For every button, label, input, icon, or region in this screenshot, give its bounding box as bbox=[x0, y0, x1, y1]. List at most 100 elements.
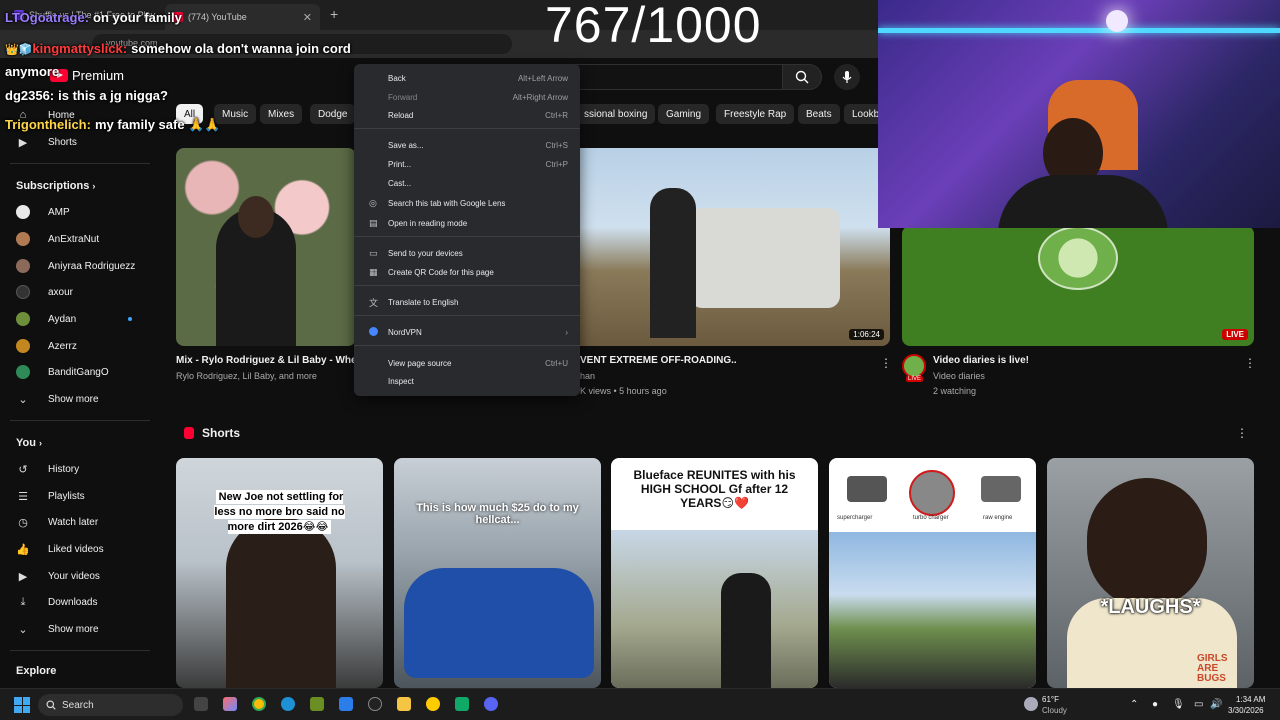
menu-item-cast[interactable]: Cast... bbox=[354, 174, 580, 192]
store-icon[interactable] bbox=[339, 697, 353, 711]
video-thumbnail-live[interactable]: LIVE bbox=[902, 226, 1254, 346]
sidebar-item-playlists[interactable]: ☰ Playlists bbox=[0, 485, 160, 507]
search-button[interactable] bbox=[782, 64, 822, 90]
discord-icon[interactable] bbox=[484, 697, 498, 711]
chip-beats[interactable]: Beats bbox=[798, 104, 840, 124]
sidebar-item-shorts[interactable]: ▶ Shorts bbox=[0, 131, 160, 153]
menu-label: Create QR Code for this page bbox=[388, 267, 494, 277]
video-thumbnail-offroad[interactable]: 1:06:24 bbox=[580, 148, 890, 346]
avatar bbox=[16, 205, 30, 219]
video-thumbnail-rylo[interactable] bbox=[176, 148, 356, 346]
sidebar-item-anextranut[interactable]: AnExtraNut bbox=[0, 228, 160, 250]
menu-separator bbox=[354, 128, 580, 129]
chat-username: Trigonthelich: bbox=[5, 117, 91, 132]
obs-icon[interactable] bbox=[368, 697, 382, 711]
avatar bbox=[16, 365, 30, 379]
sidebar-item-your-videos[interactable]: ▶ Your videos bbox=[0, 565, 160, 587]
sidebar-item-azerrz[interactable]: Azerrz bbox=[0, 335, 160, 357]
app-icon[interactable] bbox=[310, 697, 324, 711]
chevron-up-icon[interactable]: ⌃ bbox=[1130, 699, 1138, 710]
sidebar-item-axour[interactable]: axour bbox=[0, 281, 160, 303]
channel-name[interactable]: Video diaries bbox=[933, 371, 985, 381]
chip-boxing[interactable]: ssional boxing bbox=[576, 104, 656, 124]
chrome-icon[interactable] bbox=[252, 697, 266, 711]
menu-item-print[interactable]: Print... Ctrl+P bbox=[354, 155, 580, 173]
more-options-icon[interactable]: ⋮ bbox=[1236, 426, 1248, 440]
tray-app-icon[interactable]: ● bbox=[1152, 699, 1158, 710]
more-options-icon[interactable]: ⋮ bbox=[880, 356, 892, 370]
video-title[interactable]: Mix - Rylo Rodriguez & Lil Baby - Whe bbox=[176, 355, 356, 366]
menu-label: Reload bbox=[388, 110, 414, 120]
menu-label: Inspect bbox=[388, 376, 414, 386]
show-more-subscriptions[interactable]: ⌄ Show more bbox=[0, 388, 160, 410]
menu-item-reload[interactable]: Reload Ctrl+R bbox=[354, 106, 580, 124]
caption-text: New Joe not settling for less no more br… bbox=[214, 490, 345, 534]
menu-item-inspect[interactable]: Inspect bbox=[354, 372, 580, 390]
search-icon bbox=[795, 70, 809, 84]
show-more-you[interactable]: ⌄ Show more bbox=[0, 618, 160, 640]
copilot-icon[interactable] bbox=[223, 697, 237, 711]
voice-search-button[interactable] bbox=[834, 64, 860, 90]
sidebar-item-aydan[interactable]: Aydan bbox=[0, 308, 160, 330]
sidebar-item-aniyraa-rodriguezz[interactable]: Aniyraa Rodriguezz bbox=[0, 255, 160, 277]
sidebar-item-liked-videos[interactable]: 👍 Liked videos bbox=[0, 538, 160, 560]
menu-label: Open in reading mode bbox=[388, 218, 468, 228]
video-title[interactable]: VENT EXTREME OFF-ROADING.. bbox=[580, 355, 870, 366]
windows-start-icon[interactable] bbox=[14, 697, 30, 713]
ceiling-light bbox=[1106, 10, 1128, 32]
microphone-icon[interactable]: 🎙 bbox=[1172, 699, 1185, 710]
menu-item-translate[interactable]: 文 Translate to English bbox=[354, 293, 580, 311]
menu-item-save-as[interactable]: Save as... Ctrl+S bbox=[354, 136, 580, 154]
subscriptions-header[interactable]: Subscriptions › bbox=[16, 180, 95, 192]
weather-temp[interactable]: 61°F bbox=[1042, 695, 1059, 704]
more-options-icon[interactable]: ⋮ bbox=[1244, 356, 1256, 370]
taskbar-search[interactable]: Search bbox=[38, 694, 183, 716]
file-explorer-icon[interactable] bbox=[397, 697, 411, 711]
channel-avatar bbox=[16, 285, 30, 299]
chip-mixes[interactable]: Mixes bbox=[260, 104, 303, 124]
menu-item-view-source[interactable]: View page source Ctrl+U bbox=[354, 354, 580, 372]
short-card[interactable]: *LAUGHS* GIRLS ARE BUGS bbox=[1047, 458, 1254, 688]
video-title[interactable]: Video diaries is live! bbox=[933, 355, 1223, 366]
menu-item-nordvpn[interactable]: NordVPN › bbox=[354, 323, 580, 341]
sidebar-item-amp[interactable]: AMP bbox=[0, 201, 160, 223]
volume-icon[interactable]: 🔊 bbox=[1210, 699, 1222, 710]
subscriptions-label: Subscriptions bbox=[16, 180, 90, 192]
channel-name[interactable]: han bbox=[580, 371, 595, 381]
sidebar-item-label: Azerrz bbox=[48, 340, 77, 352]
menu-item-forward: Forward Alt+Right Arrow bbox=[354, 88, 580, 106]
network-icon[interactable]: ▭ bbox=[1194, 699, 1203, 710]
clock-time[interactable]: 1:34 AM bbox=[1236, 695, 1265, 704]
chip-freestyle-rap[interactable]: Freestyle Rap bbox=[716, 104, 795, 124]
task-view-icon[interactable] bbox=[194, 697, 208, 711]
sidebar-item-banditgango[interactable]: BanditGangO bbox=[0, 361, 160, 383]
app-icon-2[interactable] bbox=[426, 697, 440, 711]
menu-item-google-lens[interactable]: ◎ Search this tab with Google Lens bbox=[354, 194, 580, 212]
edge-icon[interactable] bbox=[281, 697, 295, 711]
sidebar-item-downloads[interactable]: ⤓ Downloads bbox=[0, 591, 160, 613]
person-head bbox=[238, 196, 274, 238]
sidebar-item-history[interactable]: ↺ History bbox=[0, 458, 160, 480]
history-icon: ↺ bbox=[18, 463, 28, 476]
channel-avatar[interactable]: LIVE bbox=[902, 354, 926, 382]
short-card[interactable]: Blueface REUNITES with his HIGH SCHOOL G… bbox=[611, 458, 818, 688]
chip-dodge[interactable]: Dodge bbox=[310, 104, 356, 124]
search-input[interactable] bbox=[560, 64, 782, 90]
browser-tab-youtube[interactable]: (774) YouTube ✕ bbox=[165, 4, 320, 30]
short-card[interactable]: New Joe not settling for less no more br… bbox=[176, 458, 383, 688]
menu-item-send-to-devices[interactable]: ▭ Send to your devices bbox=[354, 244, 580, 262]
menu-item-reading-mode[interactable]: ▤ Open in reading mode bbox=[354, 214, 580, 232]
translate-icon: 文 bbox=[369, 297, 379, 308]
menu-item-qr-code[interactable]: ▦ Create QR Code for this page bbox=[354, 263, 580, 281]
new-tab-button[interactable]: + bbox=[330, 6, 338, 22]
clock-date[interactable]: 3/30/2026 bbox=[1228, 706, 1264, 715]
chip-gaming[interactable]: Gaming bbox=[658, 104, 710, 124]
app-icon-3[interactable] bbox=[455, 697, 469, 711]
short-card[interactable]: This is how much $25 do to my hellcat... bbox=[394, 458, 601, 688]
you-header[interactable]: You › bbox=[16, 437, 42, 449]
sidebar-item-watch-later[interactable]: ◷ Watch later bbox=[0, 511, 160, 533]
short-card[interactable]: supercharger turbo charger raw engine bbox=[829, 458, 1036, 688]
weather-cloud-icon bbox=[1024, 697, 1038, 711]
close-tab-icon[interactable]: ✕ bbox=[303, 11, 312, 24]
person-head bbox=[1087, 478, 1207, 608]
